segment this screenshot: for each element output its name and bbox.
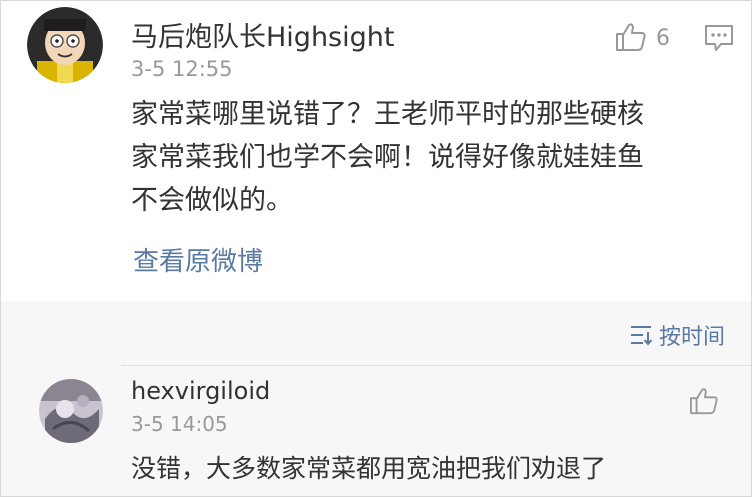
comment-timestamp: 3-5 12:55 bbox=[131, 57, 233, 81]
divider bbox=[121, 365, 751, 366]
user-avatar[interactable] bbox=[27, 7, 103, 83]
comment-body: 家常菜哪里说错了？王老师平时的那些硬核 家常菜我们也学不会啊！说得好像就娃娃鱼 … bbox=[131, 93, 716, 222]
comment-username[interactable]: 马后炮队长Highsight bbox=[131, 15, 394, 54]
sort-label: 按时间 bbox=[658, 325, 725, 350]
avatar-cartoon-image bbox=[27, 7, 103, 83]
reply-username[interactable]: hexvirgiloid bbox=[131, 377, 270, 405]
thumbs-up-icon[interactable] bbox=[615, 22, 647, 52]
comment-line: 家常菜我们也学不会啊！说得好像就娃娃鱼 bbox=[131, 142, 644, 173]
reply-user-avatar[interactable] bbox=[39, 379, 103, 443]
comment-line: 不会做似的。 bbox=[131, 185, 293, 216]
view-original-post-link[interactable]: 查看原微博 bbox=[133, 241, 263, 278]
top-comment-card: 马后炮队长Highsight 3-5 12:55 6 家常菜哪里说错了？王老师平… bbox=[1, 1, 751, 301]
comment-bubble-icon[interactable] bbox=[704, 24, 734, 52]
like-count: 6 bbox=[656, 26, 670, 51]
sort-by-time-button[interactable]: 按时间 bbox=[629, 319, 725, 351]
comment-line: 家常菜哪里说错了？王老师平时的那些硬核 bbox=[131, 99, 644, 130]
reply-body: 没错，大多数家常菜都用宽油把我们劝退了 bbox=[131, 454, 607, 483]
thumbs-up-icon[interactable] bbox=[689, 387, 719, 415]
weibo-comment-screen: 马后炮队长Highsight 3-5 12:55 6 家常菜哪里说错了？王老师平… bbox=[0, 0, 752, 497]
reply-timestamp: 3-5 14:05 bbox=[131, 412, 228, 436]
sort-by-time-icon bbox=[630, 326, 653, 346]
avatar-photo-image bbox=[39, 379, 103, 443]
